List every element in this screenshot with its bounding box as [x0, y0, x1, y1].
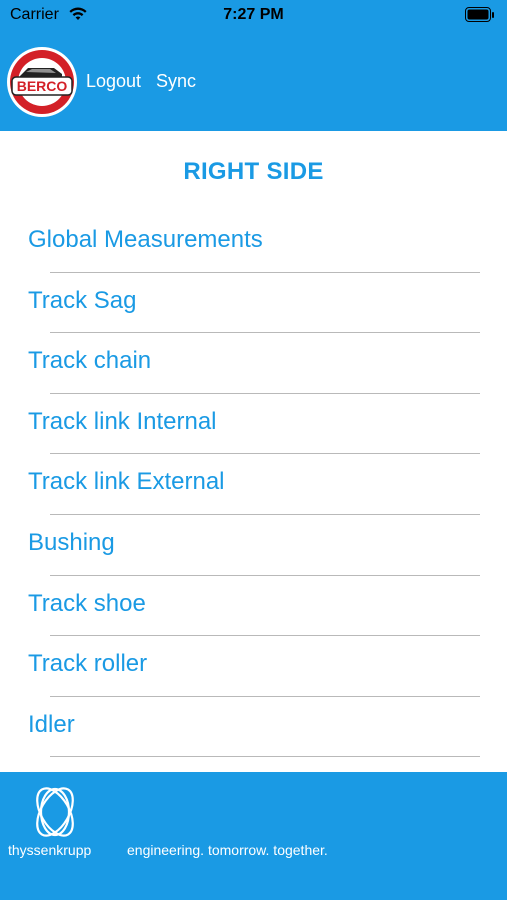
menu-item-track-link-internal[interactable]: Track link Internal: [0, 394, 507, 455]
battery-icon: [465, 7, 494, 22]
menu-item-track-chain[interactable]: Track chain: [0, 333, 507, 394]
menu-item-label: Track chain: [28, 347, 152, 375]
menu-item-label: Track Sag: [28, 286, 137, 314]
menu-item-label: Track link Internal: [28, 407, 217, 435]
berco-logo-text: BERCO: [17, 78, 68, 94]
menu-item-label: Bushing: [28, 528, 115, 556]
menu-item-label: Track roller: [28, 650, 148, 678]
menu-item-label: Global Measurements: [28, 226, 263, 253]
status-time: 7:27 PM: [223, 6, 284, 23]
menu-item-track-shoe[interactable]: Track shoe: [0, 576, 507, 637]
menu-item-track-roller[interactable]: Track roller: [0, 636, 507, 697]
status-bar: Carrier 7:27 PM: [0, 0, 507, 32]
menu-item-idler[interactable]: Idler: [0, 697, 507, 758]
menu-item-track-link-external[interactable]: Track link External: [0, 454, 507, 515]
menu-item-label: Idler: [28, 710, 75, 738]
menu-item-global-measurements[interactable]: Global Measurements: [0, 212, 507, 273]
brand-name: thyssenkrupp: [8, 842, 92, 858]
page-title: RIGHT SIDE: [183, 158, 324, 185]
berco-logo-icon: BERCO: [7, 47, 77, 117]
logout-button[interactable]: Logout: [86, 71, 141, 92]
menu-item-track-sag[interactable]: Track Sag: [0, 273, 507, 334]
menu-item-bushing[interactable]: Bushing: [0, 515, 507, 576]
sync-button[interactable]: Sync: [156, 71, 196, 92]
menu-item-label: Track link External: [28, 468, 225, 496]
app-header: BERCO Logout Sync: [0, 32, 507, 131]
brand-tagline: engineering. tomorrow. together.: [127, 842, 328, 858]
thyssenkrupp-logo-icon: [36, 787, 74, 837]
menu-item-label: Track shoe: [28, 589, 146, 617]
measurement-menu: Global Measurements Track Sag Track chai…: [0, 212, 507, 758]
footer: thyssenkrupp engineering. tomorrow. toge…: [0, 772, 507, 900]
divider: [50, 756, 480, 758]
